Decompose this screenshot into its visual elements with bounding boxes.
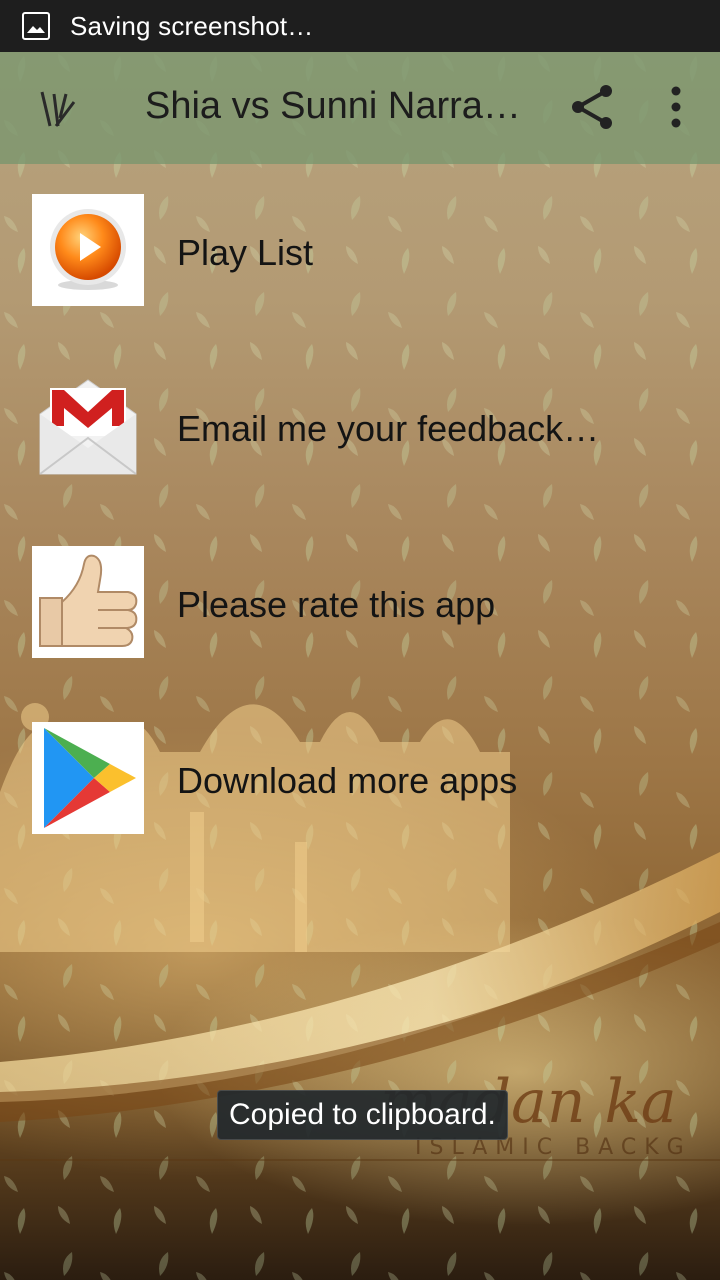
image-icon [22,12,50,40]
menu-item-rate-app[interactable]: Please rate this app [0,532,720,682]
app-bar: Shia vs Sunni Narra… [0,52,720,164]
status-bar: Saving screenshot… [0,0,720,52]
more-vert-icon[interactable] [660,82,692,132]
thumbs-up-icon [32,546,144,658]
app-title: Shia vs Sunni Narra… [145,85,521,127]
app-logo-icon[interactable] [36,88,80,132]
google-play-icon [32,722,144,834]
toast-message: Copied to clipboard. [217,1090,508,1140]
share-icon[interactable] [568,82,618,132]
menu-item-label: Download more apps [177,760,518,801]
play-button-icon [32,194,144,306]
menu-item-download-apps[interactable]: Download more apps [0,708,720,858]
status-notification-text: Saving screenshot… [70,10,314,41]
gmail-icon [32,370,144,482]
menu-item-play-list[interactable]: Play List [0,180,720,330]
menu-item-email-feedback[interactable]: Email me your feedback… [0,356,720,506]
menu-item-label: Please rate this app [177,584,496,625]
menu-item-label: Play List [177,232,314,273]
menu-item-label: Email me your feedback… [177,408,600,449]
